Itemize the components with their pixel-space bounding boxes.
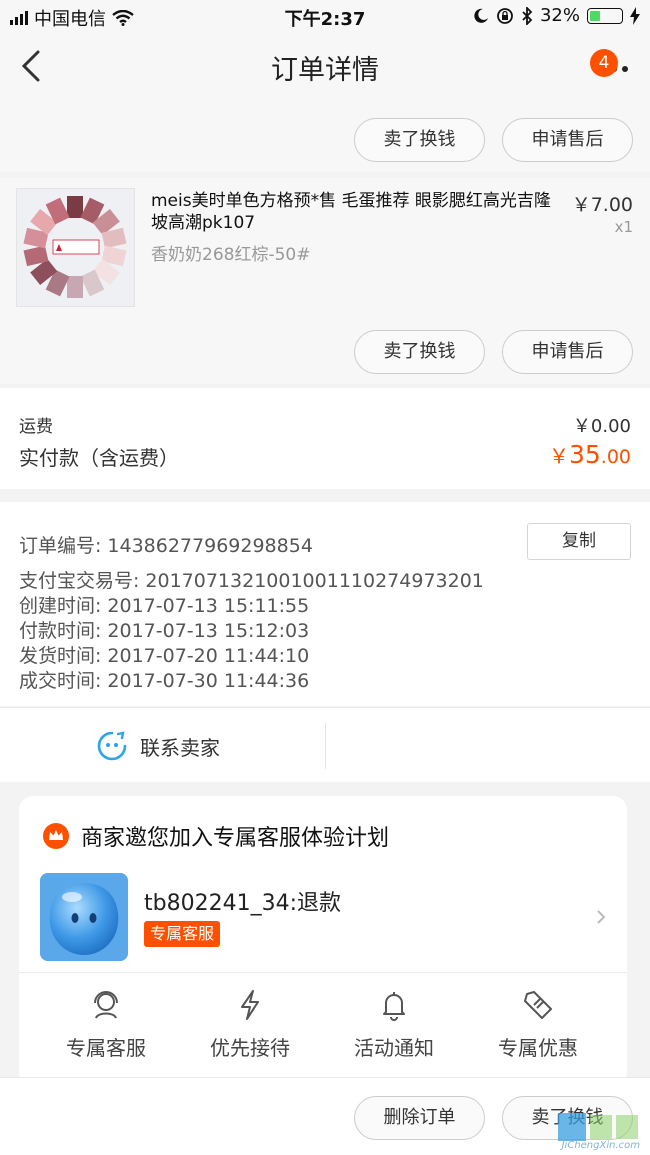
charging-icon bbox=[630, 6, 640, 25]
feature-label: 专属客服 bbox=[66, 1036, 146, 1060]
chevron-right-icon[interactable] bbox=[595, 908, 607, 926]
paid-label: 实付款（含运费） bbox=[19, 446, 179, 470]
product-sku: 香奶奶268红棕-50# bbox=[151, 245, 311, 265]
shipped-row: 发货时间: 2017-07-20 11:44:10 bbox=[19, 641, 309, 668]
copy-button[interactable]: 复制 bbox=[527, 523, 631, 560]
created-value: 2017-07-13 15:11:55 bbox=[107, 595, 310, 617]
nav-bar: 订单详情 4 bbox=[0, 34, 650, 100]
contact-bar: 联系卖家 bbox=[0, 707, 650, 782]
card-divider bbox=[19, 972, 627, 973]
service-username: tb802241_34:退款 bbox=[144, 891, 341, 916]
paid-row: 付款时间: 2017-07-13 15:12:03 bbox=[19, 616, 309, 643]
service-avatar[interactable] bbox=[40, 873, 128, 961]
notification-badge: 4 bbox=[590, 49, 618, 77]
service-tag: 专属客服 bbox=[144, 921, 221, 947]
paid-time-value: 2017-07-13 15:12:03 bbox=[107, 620, 310, 642]
chat-face-icon bbox=[97, 731, 127, 761]
headset-icon bbox=[94, 991, 118, 1019]
moon-icon bbox=[474, 8, 488, 23]
bluetooth-icon bbox=[522, 6, 533, 25]
status-right: 32% bbox=[473, 5, 640, 26]
done-label: 成交时间: bbox=[19, 670, 102, 692]
alipay-value: 2017071321001001110274973201 bbox=[145, 570, 484, 592]
done-row: 成交时间: 2017-07-30 11:44:36 bbox=[19, 666, 309, 693]
page-title: 订单详情 bbox=[271, 55, 379, 86]
created-label: 创建时间: bbox=[19, 595, 102, 617]
order-info: 订单编号: 14386277969298854 复制 支付宝交易号: 2017071… bbox=[0, 502, 650, 706]
bell-icon bbox=[383, 992, 405, 1021]
feature-label: 活动通知 bbox=[354, 1036, 434, 1060]
product-price: ￥7.00 bbox=[571, 194, 633, 216]
battery-icon bbox=[587, 7, 623, 24]
feature-dedicated-service[interactable]: 专属客服 bbox=[46, 988, 166, 1061]
lightning-icon bbox=[241, 990, 259, 1020]
product-after-sale-button[interactable]: 申请售后 bbox=[502, 330, 633, 374]
delete-order-button[interactable]: 删除订单 bbox=[354, 1096, 485, 1140]
shipping-label: 运费 bbox=[19, 417, 53, 437]
feature-label: 优先接待 bbox=[210, 1036, 290, 1060]
rotation-lock-icon bbox=[497, 7, 513, 24]
feature-discount[interactable]: 专属优惠 bbox=[478, 988, 598, 1061]
shipping-value: ￥0.00 bbox=[572, 416, 631, 437]
service-card-header: 商家邀您加入专属客服体验计划 bbox=[43, 820, 389, 852]
order-number-row: 订单编号: 14386277969298854 bbox=[19, 531, 313, 558]
fee-section: 运费 ￥0.00 实付款（含运费） ￥35.00 bbox=[0, 388, 650, 489]
feature-priority[interactable]: 优先接待 bbox=[190, 988, 310, 1061]
order-number-label: 订单编号: bbox=[19, 535, 102, 557]
feature-label: 专属优惠 bbox=[498, 1036, 578, 1060]
sell-button[interactable]: 卖了换钱 bbox=[354, 118, 485, 162]
feature-notification[interactable]: 活动通知 bbox=[334, 988, 454, 1061]
status-bar: 中国电信 下午2:37 32% bbox=[0, 0, 650, 34]
watermark-text: JiChengXin.com bbox=[561, 1140, 640, 1151]
crown-icon bbox=[43, 823, 69, 849]
bottom-bar: 删除订单 卖了换钱 JiChengXin.com bbox=[0, 1077, 650, 1155]
paid-time-label: 付款时间: bbox=[19, 620, 102, 642]
contact-seller-label: 联系卖家 bbox=[140, 735, 220, 760]
contact-divider bbox=[325, 723, 326, 769]
created-row: 创建时间: 2017-07-13 15:11:55 bbox=[19, 591, 309, 618]
alipay-label: 支付宝交易号: bbox=[19, 570, 140, 592]
alipay-row: 支付宝交易号: 2017071321001001110274973201 bbox=[19, 566, 484, 593]
service-card: 商家邀您加入专属客服体验计划 tb802241_34:退款 专属客服 专属客服 … bbox=[19, 796, 627, 1086]
battery-percent: 32% bbox=[539, 5, 580, 26]
paid-currency: ￥ bbox=[548, 444, 569, 468]
watermark: JiChengXin.com bbox=[526, 1111, 646, 1151]
done-value: 2017-07-30 11:44:36 bbox=[107, 670, 310, 692]
paid-integer: 35 bbox=[568, 440, 601, 469]
after-sale-button[interactable]: 申请售后 bbox=[502, 118, 633, 162]
product-sell-button[interactable]: 卖了换钱 bbox=[354, 330, 485, 374]
coupon-icon bbox=[524, 991, 552, 1019]
order-number-value: 14386277969298854 bbox=[107, 535, 313, 557]
paid-amount: ￥35.00 bbox=[549, 440, 631, 469]
shipped-value: 2017-07-20 11:44:10 bbox=[107, 645, 310, 667]
service-card-title: 商家邀您加入专属客服体验计划 bbox=[81, 826, 390, 851]
shipped-label: 发货时间: bbox=[19, 645, 102, 667]
product-quantity: x1 bbox=[614, 218, 633, 236]
product-image[interactable] bbox=[16, 188, 135, 307]
more-button[interactable]: 4 bbox=[590, 49, 632, 86]
product-item[interactable]: meis美时单色方格预*售 毛蛋推荐 眼影腮红高光吉隆坡高潮pk107 香奶奶2… bbox=[0, 178, 650, 384]
order-top-actions: 卖了换钱 申请售后 bbox=[0, 100, 650, 172]
product-name: meis美时单色方格预*售 毛蛋推荐 眼影腮红高光吉隆坡高潮pk107 bbox=[151, 191, 551, 233]
contact-seller-button[interactable]: 联系卖家 bbox=[96, 730, 220, 762]
paid-decimal: .00 bbox=[600, 446, 631, 468]
